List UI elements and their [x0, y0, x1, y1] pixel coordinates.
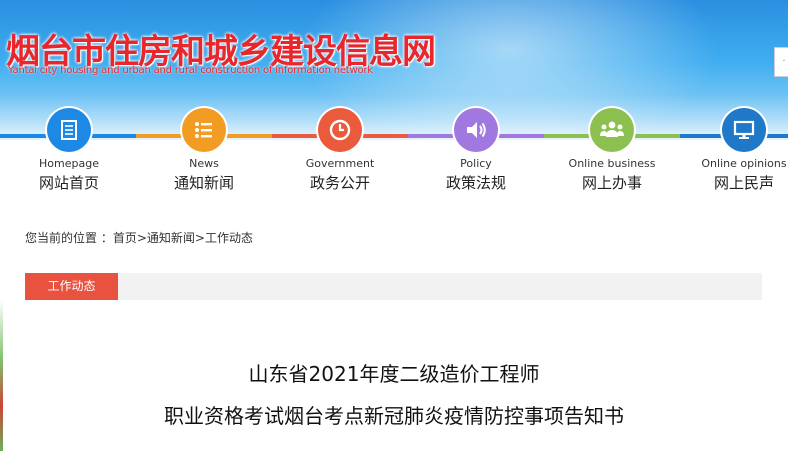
nav-icon-circle [454, 108, 498, 152]
nav-label-en: Policy [460, 157, 492, 170]
people-icon [600, 121, 624, 137]
main-nav: Homepage 网站首页 News 通知新闻 Government 政务公开 [0, 108, 788, 198]
nav-icon-circle [722, 108, 766, 152]
nav-item-government[interactable]: Government 政务公开 [272, 108, 408, 193]
nav-label-cn: 通知新闻 [173, 174, 234, 192]
breadcrumb-separator: > [194, 231, 205, 245]
monitor-icon [733, 120, 755, 139]
breadcrumb-news-link[interactable]: 通知新闻 [147, 231, 195, 245]
nav-label-en: Online opinions [701, 157, 787, 170]
nav-item-homepage[interactable]: Homepage 网站首页 [1, 108, 137, 193]
article-title-line-2: 职业资格考试烟台考点新冠肺炎疫情防控事项告知书 [164, 404, 624, 428]
article-title-line-1: 山东省2021年度二级造价工程师 [248, 362, 540, 386]
nav-label-cn: 政策法规 [445, 174, 506, 192]
breadcrumb-current: 工作动态 [204, 231, 253, 245]
breadcrumb-prefix: 您当前的位置 ： [25, 231, 113, 245]
list-icon [195, 122, 212, 138]
clock-icon [329, 119, 351, 141]
nav-label-en: Online business [568, 157, 656, 170]
nav-item-online-business[interactable]: Online business 网上办事 [544, 108, 680, 193]
section-tab-work-news[interactable]: 工作动态 [25, 273, 118, 300]
nav-icon-circle [318, 108, 362, 152]
document-icon [61, 120, 77, 140]
nav-icon-circle [590, 108, 634, 152]
breadcrumb: 您当前的位置 ：首页>通知新闻>工作动态 [25, 229, 253, 246]
breadcrumb-separator: > [136, 231, 147, 245]
breadcrumb-home-link[interactable]: 首页 [113, 231, 137, 245]
nav-label-cn: 政务公开 [309, 174, 370, 192]
nav-icon-circle [182, 108, 226, 152]
nav-label-cn: 网站首页 [38, 174, 99, 192]
nav-label-en: Government [305, 157, 375, 170]
nav-item-online-opinions[interactable]: Online opinions 网上民声 [676, 108, 788, 193]
nav-label-cn: 网上民声 [713, 174, 774, 192]
site-subtitle: Yantai city housing and urban and rural … [8, 65, 373, 76]
nav-label-cn: 网上办事 [581, 174, 642, 192]
speaker-icon [467, 122, 486, 138]
nav-item-policy[interactable]: Policy 政策法规 [408, 108, 544, 193]
nav-item-news[interactable]: News 通知新闻 [136, 108, 272, 193]
section-header-bar: 工作动态 [25, 273, 762, 300]
nav-icon-circle [47, 108, 91, 152]
search-input[interactable]: · [774, 47, 788, 77]
nav-label-en: News [189, 157, 219, 170]
nav-label-en: Homepage [39, 157, 99, 170]
